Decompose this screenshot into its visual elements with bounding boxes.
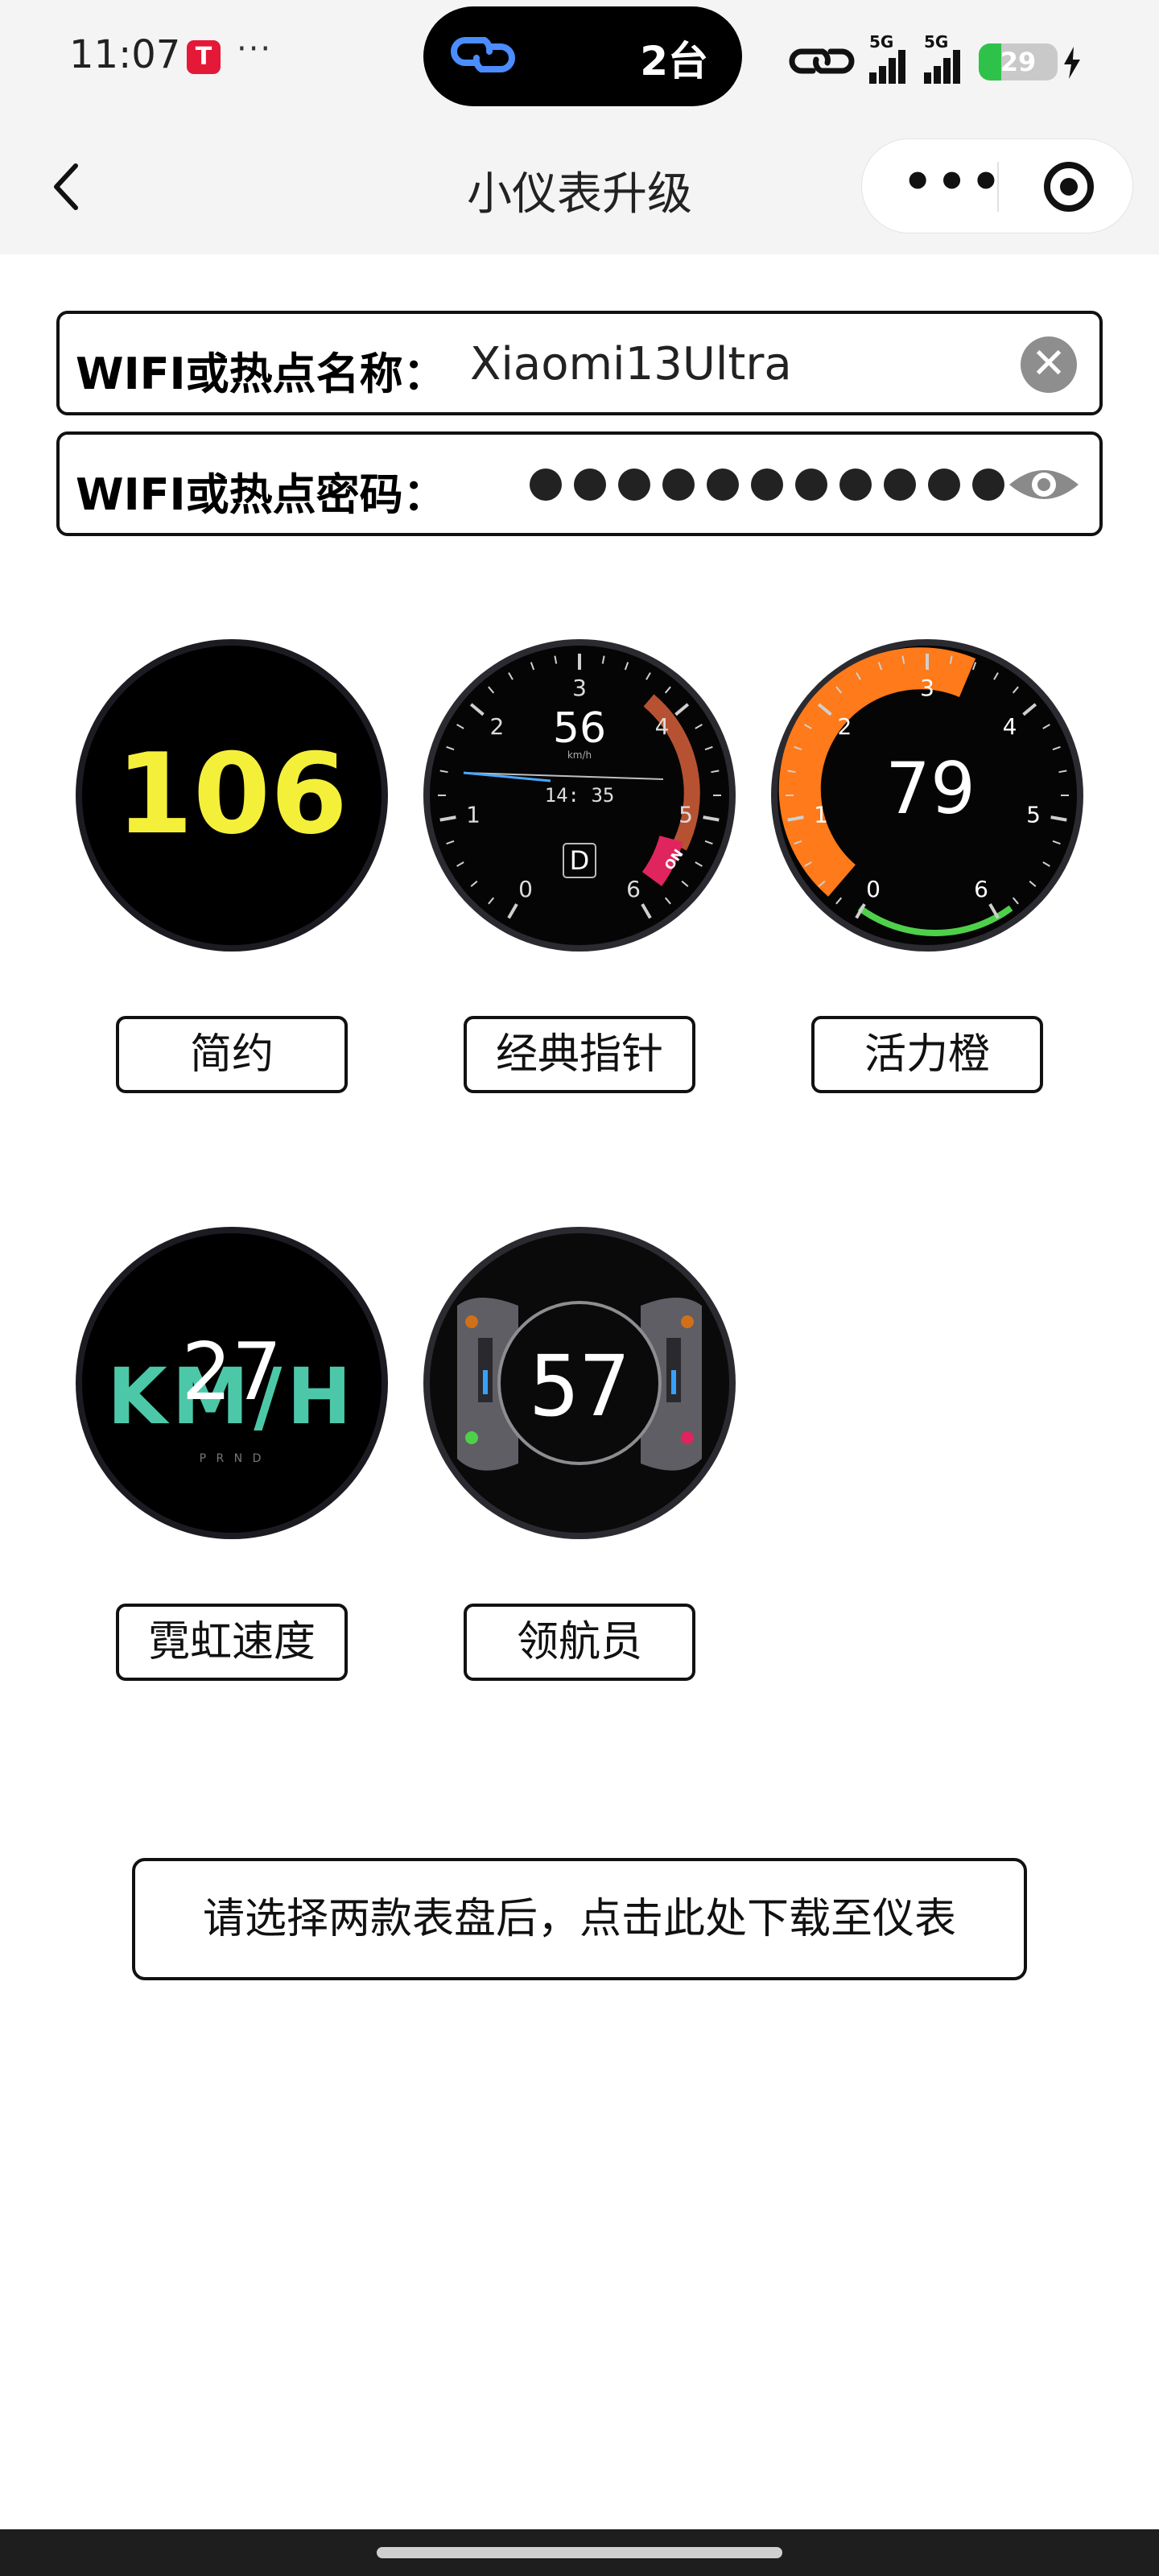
dial-simple-speed: 106 bbox=[116, 729, 348, 859]
dial-navigator-speed: 57 bbox=[529, 1337, 629, 1435]
mini-program-capsule: ••• bbox=[861, 138, 1133, 233]
charging-icon bbox=[1064, 47, 1080, 79]
dial-orange-scale-label: 1 bbox=[814, 801, 828, 828]
password-mask-dot bbox=[618, 469, 650, 501]
dial-simple-button[interactable]: 简约 bbox=[116, 1016, 348, 1093]
dial-neon-speed: 27 bbox=[182, 1327, 283, 1418]
password-mask-dot bbox=[530, 469, 562, 501]
dial-orange-scale-label: 3 bbox=[920, 675, 934, 701]
dial-classic-scale-label: 2 bbox=[489, 713, 504, 740]
dial-classic-speed: 56 bbox=[553, 704, 606, 753]
dial-orange-button[interactable]: 活力橙 bbox=[811, 1016, 1043, 1093]
password-mask-dot bbox=[707, 469, 739, 501]
dial-navigator-face: 57 bbox=[423, 1227, 736, 1539]
dial-classic-scale-label: 3 bbox=[572, 675, 587, 701]
password-label: WIFI或热点密码： bbox=[76, 469, 447, 520]
close-program-icon[interactable] bbox=[1044, 162, 1094, 212]
system-nav-area bbox=[0, 2529, 1159, 2576]
clear-icon[interactable]: ✕ bbox=[1021, 336, 1077, 393]
dynamic-island-pill[interactable]: 2台 bbox=[423, 6, 742, 106]
app-notification-icon: T bbox=[187, 40, 221, 74]
password-mask-dot bbox=[795, 469, 827, 501]
dial-classic-scale-label: 1 bbox=[466, 801, 481, 828]
dial-orange-face: 79 0 1 2 3 4 5 6 bbox=[771, 639, 1083, 952]
password-mask-dot bbox=[574, 469, 606, 501]
dial-navigator[interactable]: 57 bbox=[422, 1225, 737, 1541]
dial-neon-button[interactable]: 霓虹速度 bbox=[116, 1604, 348, 1681]
download-to-dashboard-button[interactable]: 请选择两款表盘后，点击此处下载至仪表 bbox=[132, 1858, 1027, 1980]
dial-classic-gear: D bbox=[570, 845, 590, 876]
more-notifications-icon: ··· bbox=[237, 31, 273, 68]
dial-neon-face: KM/H 27 P R N D bbox=[76, 1227, 388, 1539]
password-mask-dot bbox=[839, 469, 872, 501]
connected-device-count: 2台 bbox=[640, 38, 708, 85]
password-mask-dot bbox=[972, 469, 1004, 501]
home-indicator[interactable] bbox=[377, 2547, 782, 2558]
dial-classic-clock: 14: 35 bbox=[545, 784, 615, 807]
dial-classic[interactable]: ON 56 km/h 14: 35 D 0123456 bbox=[422, 638, 737, 953]
ssid-input[interactable]: Xiaomi13Ultra bbox=[470, 338, 1033, 394]
dial-orange-scale-label: 6 bbox=[974, 876, 988, 902]
dial-classic-face: ON 56 km/h 14: 35 D 0123456 bbox=[423, 639, 736, 952]
password-mask-dot bbox=[751, 469, 783, 501]
dial-orange[interactable]: 79 0 1 2 3 4 5 6 bbox=[769, 638, 1085, 953]
dial-orange-scale-label: 4 bbox=[1003, 713, 1017, 740]
password-field: WIFI或热点密码： bbox=[56, 431, 1103, 536]
password-mask-dot bbox=[928, 469, 960, 501]
password-input[interactable] bbox=[530, 469, 1017, 504]
show-password-icon[interactable] bbox=[1006, 460, 1082, 509]
dial-neon-gears: P R N D bbox=[200, 1452, 265, 1465]
ssid-label: WIFI或热点名称： bbox=[76, 349, 447, 399]
connection-icon bbox=[789, 48, 855, 74]
dial-neon[interactable]: KM/H 27 P R N D bbox=[74, 1225, 390, 1541]
dial-classic-scale-label: 6 bbox=[626, 876, 641, 902]
dial-classic-scale-label: 4 bbox=[655, 713, 670, 740]
dial-classic-unit: km/h bbox=[567, 749, 592, 761]
dial-classic-button[interactable]: 经典指针 bbox=[464, 1016, 695, 1093]
dial-orange-scale-label: 2 bbox=[837, 713, 852, 740]
battery-icon: 29 bbox=[979, 43, 1058, 80]
dial-simple[interactable]: 106 bbox=[74, 638, 390, 953]
dial-orange-scale-label: 0 bbox=[866, 876, 881, 902]
dial-classic-scale-label: 5 bbox=[678, 801, 693, 828]
more-menu-icon[interactable]: ••• bbox=[902, 154, 1004, 210]
dial-navigator-button[interactable]: 领航员 bbox=[464, 1604, 695, 1681]
status-time: 11:07 bbox=[69, 32, 181, 77]
password-mask-dot bbox=[884, 469, 916, 501]
capsule-divider bbox=[997, 162, 999, 212]
battery-level: 29 bbox=[1000, 47, 1037, 77]
dial-orange-speed: 79 bbox=[885, 747, 975, 830]
signal-icon-2 bbox=[924, 50, 960, 84]
dial-classic-scale-label: 0 bbox=[518, 876, 533, 902]
signal-icon-1 bbox=[869, 50, 905, 84]
dial-simple-face: 106 bbox=[76, 639, 388, 952]
status-bar: 11:07 T ··· 2台 5G 5G 29 bbox=[0, 0, 1159, 121]
nav-bar: 小仪表升级 ••• bbox=[0, 121, 1159, 254]
dial-orange-scale-label: 5 bbox=[1026, 801, 1041, 828]
status-indicators: 5G 5G 29 bbox=[786, 27, 1091, 92]
password-mask-dot bbox=[662, 469, 695, 501]
ssid-field: WIFI或热点名称： Xiaomi13Ultra ✕ bbox=[56, 311, 1103, 415]
link-icon bbox=[451, 37, 515, 72]
